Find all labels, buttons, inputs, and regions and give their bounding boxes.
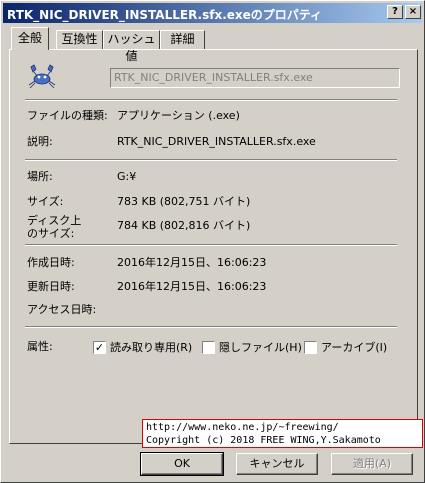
separator [25, 244, 397, 246]
modified-value: 2016年12月15日、16:06:23 [117, 280, 267, 293]
checkbox-readonly-box[interactable]: ✓ [93, 340, 106, 354]
size-on-disk-label-line2: のサイズ: [27, 227, 75, 240]
banner-copyright: Copyright (c) 2018 FREE WING,Y.Sakamoto [146, 435, 381, 446]
cancel-button[interactable]: キャンセル [236, 453, 318, 475]
checkbox-readonly-label[interactable]: 読み取り専用(R) [110, 339, 192, 355]
separator [25, 326, 397, 328]
ok-button[interactable]: OK [140, 452, 224, 476]
created-label: 作成日時: [27, 256, 75, 269]
hidden-checkbox[interactable]: 隠しファイル(H) [202, 340, 302, 354]
tab-compatibility[interactable]: 互換性 [56, 30, 103, 49]
size-on-disk-label-line1: ディスク上 [27, 214, 82, 227]
copyright-banner: http://www.neko.ne.jp/~freewing/ Copyrig… [142, 419, 423, 448]
apply-button[interactable]: 適用(A) [331, 453, 413, 475]
file-type-value: アプリケーション (.exe) [117, 109, 240, 122]
checkbox-hidden-label[interactable]: 隠しファイル(H) [219, 339, 302, 355]
tab-hash[interactable]: ハッシュ値 [103, 30, 160, 63]
attributes-label: 属性: [27, 340, 53, 353]
location-value: G:¥ [117, 170, 137, 183]
realtek-crab-icon [28, 64, 56, 89]
help-button[interactable]: ? [387, 5, 403, 19]
accessed-label: アクセス日時: [27, 303, 97, 316]
banner-url: http://www.neko.ne.jp/~freewing/ [146, 422, 339, 433]
size-on-disk-value: 784 KB (802,816 バイト) [117, 219, 251, 232]
tab-general[interactable]: 全般 [11, 27, 49, 50]
archive-checkbox[interactable]: アーカイブ(I) [304, 340, 387, 354]
location-label: 場所: [27, 170, 53, 183]
file-name-field[interactable]: RTK_NIC_DRIVER_INSTALLER.sfx.exe [110, 68, 400, 88]
file-type-label: ファイルの種類: [27, 109, 108, 122]
size-value: 783 KB (802,751 バイト) [117, 195, 251, 208]
separator [25, 159, 397, 161]
description-label: 説明: [27, 135, 53, 148]
modified-label: 更新日時: [27, 280, 75, 293]
window-title: RTK_NIC_DRIVER_INSTALLER.sfx.exeのプロパティ [7, 8, 323, 22]
separator [25, 99, 397, 101]
description-value: RTK_NIC_DRIVER_INSTALLER.sfx.exe [117, 135, 316, 148]
checkbox-archive-label[interactable]: アーカイブ(I) [321, 339, 387, 355]
readonly-checkbox[interactable]: ✓ 読み取り専用(R) [93, 340, 192, 354]
created-value: 2016年12月15日、16:06:23 [117, 256, 267, 269]
title-bar[interactable]: RTK_NIC_DRIVER_INSTALLER.sfx.exeのプロパティ ?… [3, 3, 422, 23]
checkbox-archive-box[interactable] [304, 340, 317, 354]
size-label: サイズ: [27, 195, 64, 208]
tab-details[interactable]: 詳細 [160, 30, 205, 49]
checkbox-hidden-box[interactable] [202, 340, 215, 354]
properties-dialog: RTK_NIC_DRIVER_INSTALLER.sfx.exeのプロパティ ?… [0, 0, 425, 483]
close-button[interactable]: × [405, 5, 421, 19]
